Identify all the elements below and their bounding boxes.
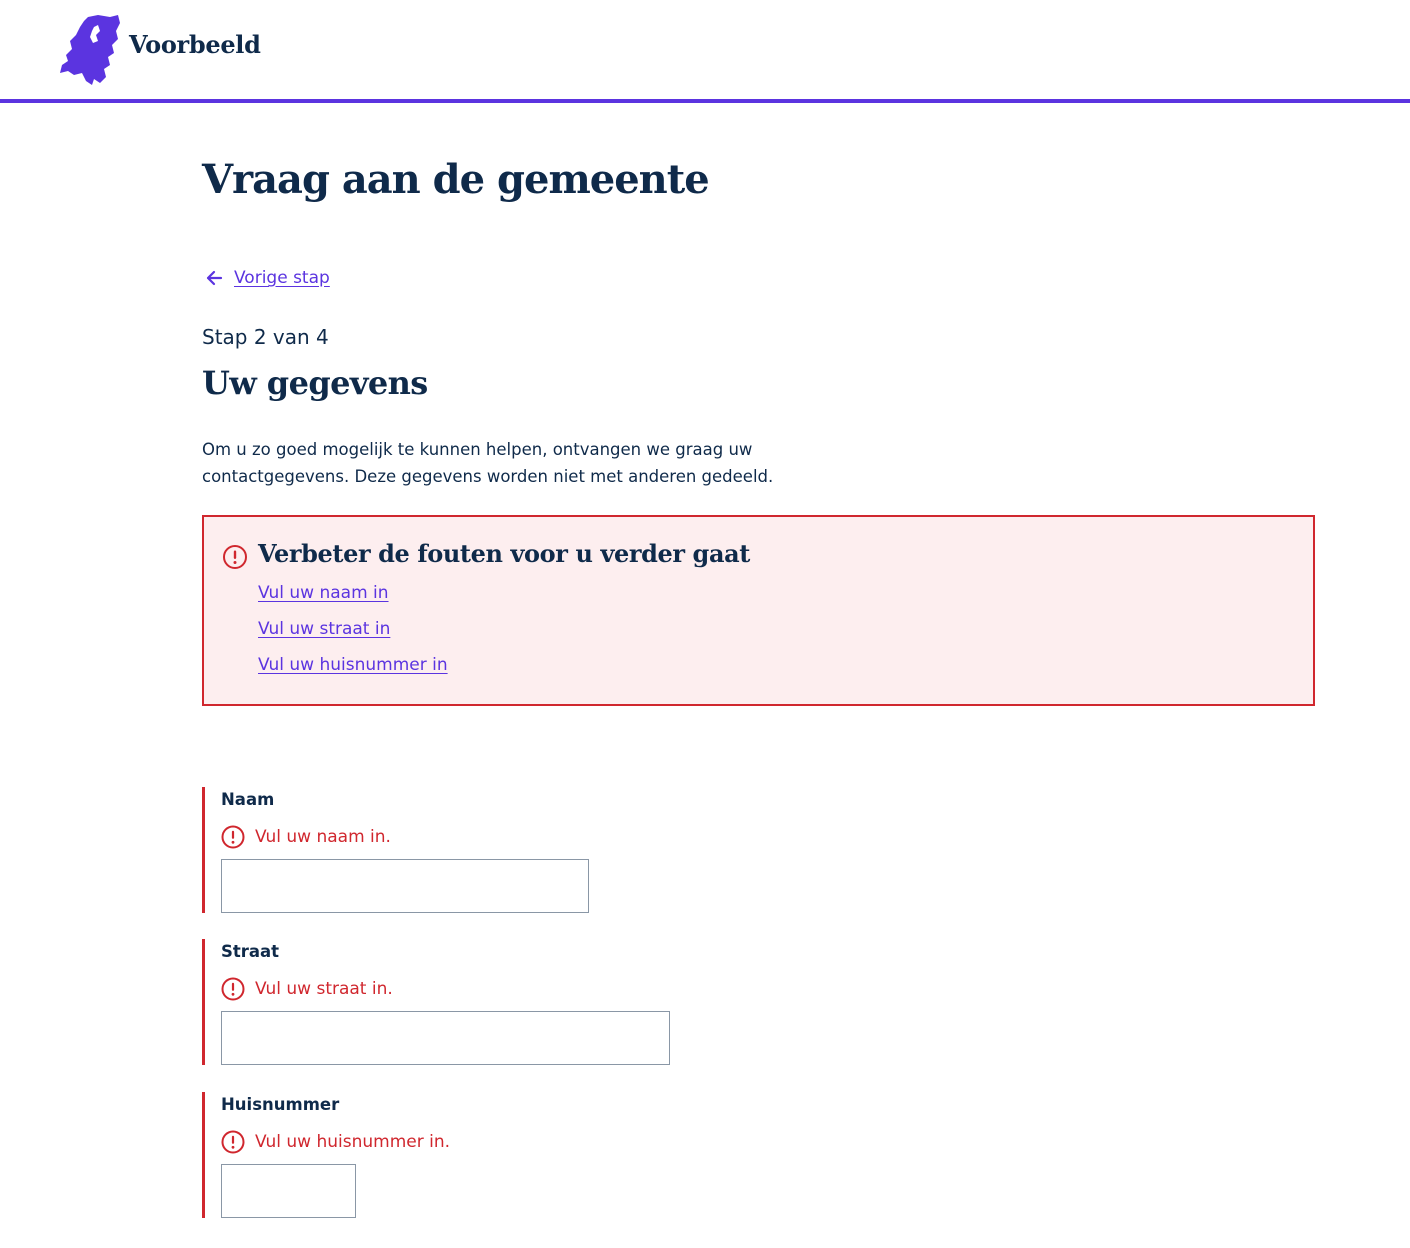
back-link-label: Vorige stap: [234, 268, 330, 288]
page-title: Vraag aan de gemeente: [202, 156, 710, 203]
field-error-text-straat: Vul uw straat in.: [255, 979, 393, 999]
intro-text: Om u zo goed mogelijk te kunnen helpen, …: [202, 440, 774, 486]
naam-input[interactable]: [221, 859, 589, 913]
field-error-huisnummer: Vul uw huisnummer in.: [221, 1130, 450, 1154]
section-title: Uw gegevens: [202, 364, 428, 402]
field-straat: Straat Vul uw straat in.: [202, 939, 670, 1065]
error-summary: Verbeter de fouten voor u verder gaat Vu…: [202, 515, 1315, 706]
error-summary-title: Verbeter de fouten voor u verder gaat: [258, 539, 750, 568]
field-huisnummer: Huisnummer Vul uw huisnummer in.: [202, 1092, 450, 1218]
alert-circle-icon: [221, 1130, 245, 1154]
field-label-huisnummer: Huisnummer: [221, 1095, 340, 1114]
site-header: Voorbeeld: [0, 0, 1410, 103]
straat-input[interactable]: [221, 1011, 670, 1065]
error-summary-list: Vul uw naam in Vul uw straat in Vul uw h…: [258, 583, 448, 691]
field-error-straat: Vul uw straat in.: [221, 977, 670, 1001]
field-label-naam: Naam: [221, 790, 275, 809]
site-logo-text[interactable]: Voorbeeld: [129, 30, 261, 59]
alert-circle-icon: [223, 545, 247, 569]
error-link-straat[interactable]: Vul uw straat in: [258, 619, 390, 639]
alert-circle-icon: [221, 825, 245, 849]
netherlands-map-icon[interactable]: [58, 13, 122, 87]
error-link-huisnummer[interactable]: Vul uw huisnummer in: [258, 655, 448, 675]
field-error-naam: Vul uw naam in.: [221, 825, 589, 849]
arrow-left-icon: [206, 270, 223, 286]
step-indicator: Stap 2 van 4: [202, 325, 329, 349]
list-item: Vul uw naam in: [258, 583, 448, 619]
list-item: Vul uw huisnummer in: [258, 655, 448, 691]
back-link[interactable]: Vorige stap: [204, 268, 330, 288]
field-error-text-huisnummer: Vul uw huisnummer in.: [255, 1132, 451, 1152]
error-link-naam[interactable]: Vul uw naam in: [258, 583, 389, 603]
huisnummer-input[interactable]: [221, 1164, 356, 1218]
field-label-straat: Straat: [221, 942, 280, 961]
field-naam: Naam Vul uw naam in.: [202, 787, 589, 913]
field-error-text-naam: Vul uw naam in.: [255, 827, 391, 847]
alert-circle-icon: [221, 977, 245, 1001]
list-item: Vul uw straat in: [258, 619, 448, 655]
